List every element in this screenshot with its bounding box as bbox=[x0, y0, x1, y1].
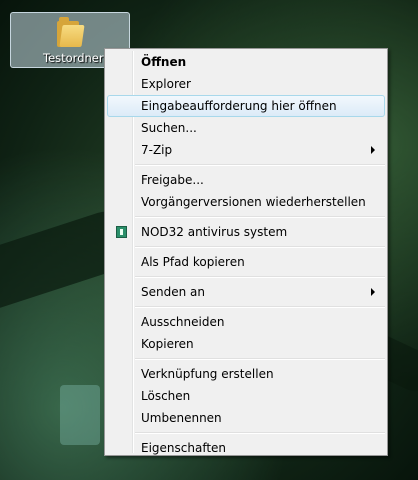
menu-separator bbox=[135, 276, 385, 278]
context-menu: Öffnen Explorer Eingabeaufforderung hier… bbox=[104, 48, 388, 456]
menu-item-vorgaengerversionen[interactable]: Vorgängerversionen wiederherstellen bbox=[107, 191, 385, 213]
menu-item-eingabeaufforderung[interactable]: Eingabeaufforderung hier öffnen bbox=[107, 95, 385, 117]
menu-item-loeschen[interactable]: Löschen bbox=[107, 385, 385, 407]
menu-separator bbox=[135, 432, 385, 434]
menu-item-senden-an-label: Senden an bbox=[141, 285, 205, 299]
menu-item-7zip[interactable]: 7-Zip bbox=[107, 139, 385, 161]
menu-separator bbox=[135, 164, 385, 166]
menu-separator bbox=[135, 216, 385, 218]
menu-item-oeffnen[interactable]: Öffnen bbox=[107, 51, 385, 73]
menu-item-umbenennen[interactable]: Umbenennen bbox=[107, 407, 385, 429]
menu-separator bbox=[135, 246, 385, 248]
menu-item-verknuepfung-erstellen[interactable]: Verknüpfung erstellen bbox=[107, 363, 385, 385]
submenu-arrow-icon bbox=[371, 146, 375, 154]
background-light bbox=[60, 385, 100, 445]
folder-icon bbox=[57, 17, 85, 47]
menu-item-explorer[interactable]: Explorer bbox=[107, 73, 385, 95]
menu-item-ausschneiden[interactable]: Ausschneiden bbox=[107, 311, 385, 333]
menu-item-eigenschaften[interactable]: Eigenschaften bbox=[107, 437, 385, 459]
menu-item-7zip-label: 7-Zip bbox=[141, 143, 173, 157]
menu-separator bbox=[135, 358, 385, 360]
menu-item-nod32[interactable]: NOD32 antivirus system bbox=[107, 221, 385, 243]
menu-item-senden-an[interactable]: Senden an bbox=[107, 281, 385, 303]
menu-item-nod32-label: NOD32 antivirus system bbox=[141, 225, 288, 239]
nod32-icon bbox=[116, 226, 127, 238]
desktop-folder-label: Testordner bbox=[43, 51, 104, 65]
menu-item-kopieren[interactable]: Kopieren bbox=[107, 333, 385, 355]
menu-item-freigabe[interactable]: Freigabe... bbox=[107, 169, 385, 191]
submenu-arrow-icon bbox=[371, 288, 375, 296]
menu-item-suchen[interactable]: Suchen... bbox=[107, 117, 385, 139]
menu-separator bbox=[135, 306, 385, 308]
menu-item-als-pfad-kopieren[interactable]: Als Pfad kopieren bbox=[107, 251, 385, 273]
